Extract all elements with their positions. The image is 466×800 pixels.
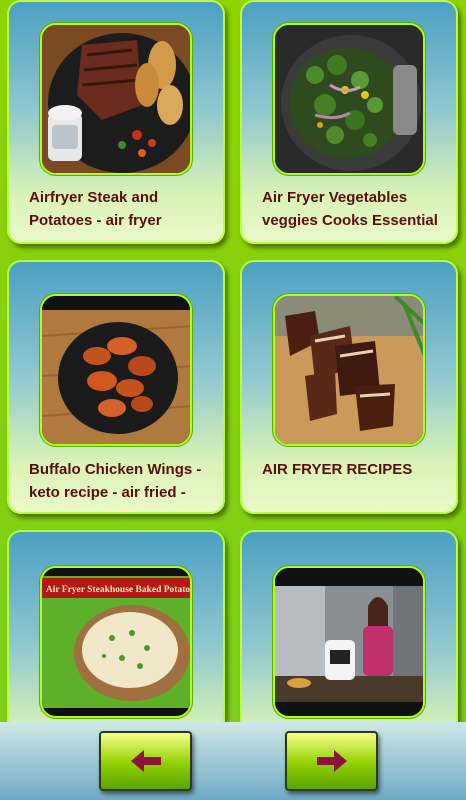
- recipe-card-steak-potatoes[interactable]: Airfryer Steak and Potatoes - air fryer: [7, 0, 225, 244]
- recipe-thumbnail[interactable]: [273, 566, 425, 718]
- previous-button[interactable]: [99, 731, 192, 791]
- cooking-show-image: [275, 568, 423, 716]
- recipe-title[interactable]: Buffalo Chicken Wings - keto recipe - ai…: [29, 458, 215, 504]
- arrow-right-icon: [316, 750, 347, 772]
- recipe-card-vegetables[interactable]: Air Fryer Vegetables veggies Cooks Essen…: [240, 0, 458, 244]
- chicken-wings-image: [42, 296, 190, 444]
- recipe-thumbnail[interactable]: [273, 23, 425, 175]
- recipe-card-cooking-show[interactable]: [240, 530, 458, 722]
- recipe-title[interactable]: Airfryer Steak and Potatoes - air fryer: [29, 186, 215, 232]
- recipe-thumbnail[interactable]: Air Fryer Steakhouse Baked Potato: [40, 566, 192, 718]
- recipe-card-buffalo-wings[interactable]: Buffalo Chicken Wings - keto recipe - ai…: [7, 260, 225, 514]
- baked-potato-image: Air Fryer Steakhouse Baked Potato: [42, 568, 191, 716]
- grilled-chicken-image: [275, 296, 423, 444]
- thumbnail-banner-text: Air Fryer Steakhouse Baked Potato: [46, 585, 191, 595]
- recipe-thumbnail[interactable]: [40, 294, 192, 446]
- arrow-left-icon: [130, 750, 161, 772]
- bottom-navigation-bar: [0, 722, 466, 800]
- recipe-card-air-fryer-recipes[interactable]: AIR FRYER RECIPES: [240, 260, 458, 514]
- recipe-title[interactable]: AIR FRYER RECIPES: [262, 458, 448, 481]
- recipe-thumbnail[interactable]: [273, 294, 425, 446]
- steak-potatoes-image: [42, 25, 190, 173]
- recipe-grid: Airfryer Steak and Potatoes - air fryer …: [0, 0, 466, 722]
- recipe-title[interactable]: Air Fryer Vegetables veggies Cooks Essen…: [262, 186, 448, 232]
- vegetables-image: [275, 25, 423, 173]
- recipe-card-baked-potato[interactable]: Air Fryer Steakhouse Baked Potato: [7, 530, 225, 722]
- recipe-thumbnail[interactable]: [40, 23, 192, 175]
- next-button[interactable]: [285, 731, 378, 791]
